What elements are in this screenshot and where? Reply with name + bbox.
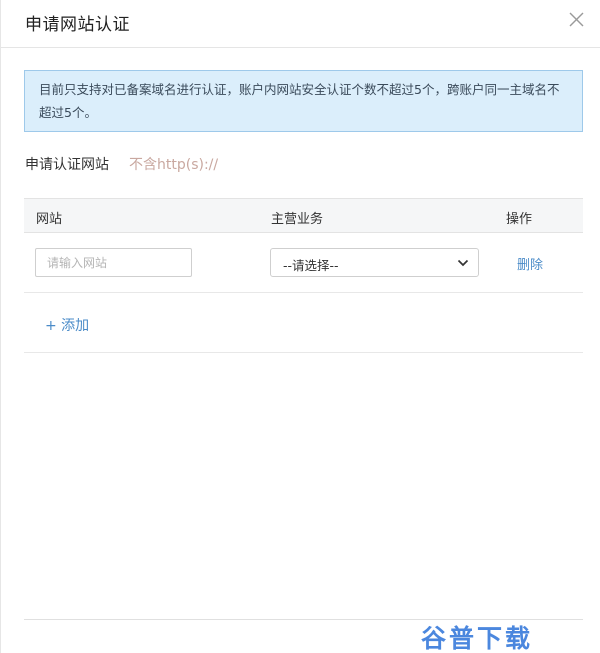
dialog-header: 申请网站认证	[1, 0, 600, 48]
dialog-title: 申请网站认证	[25, 15, 130, 35]
add-row: + 添加	[24, 293, 583, 353]
notice-banner: 目前只支持对已备案域名进行认证，账户内网站安全认证个数不超过5个，跨账户同一主域…	[24, 70, 583, 132]
column-header-operation: 操作	[506, 212, 533, 227]
column-header-site: 网站	[36, 212, 63, 227]
section-hint: 不含http(s)://	[129, 157, 219, 173]
column-header-business: 主营业务	[271, 212, 324, 227]
section-label: 申请认证网站	[25, 157, 109, 173]
delete-button[interactable]: 删除	[517, 254, 543, 273]
add-button[interactable]: + 添加	[45, 315, 89, 335]
close-button[interactable]	[567, 10, 587, 30]
site-input[interactable]	[35, 248, 192, 277]
business-select-value: --请选择--	[283, 258, 339, 273]
table-header: 网站 主营业务 操作	[24, 198, 583, 233]
watermark-logo: 谷普下载	[421, 624, 534, 653]
table-row: --请选择-- 删除	[24, 233, 583, 293]
close-icon	[569, 12, 584, 27]
business-select[interactable]: --请选择--	[270, 248, 479, 277]
chevron-down-icon	[457, 259, 469, 267]
certify-dialog: 申请网站认证 目前只支持对已备案域名进行认证，账户内网站安全认证个数不超过5个，…	[0, 0, 600, 653]
